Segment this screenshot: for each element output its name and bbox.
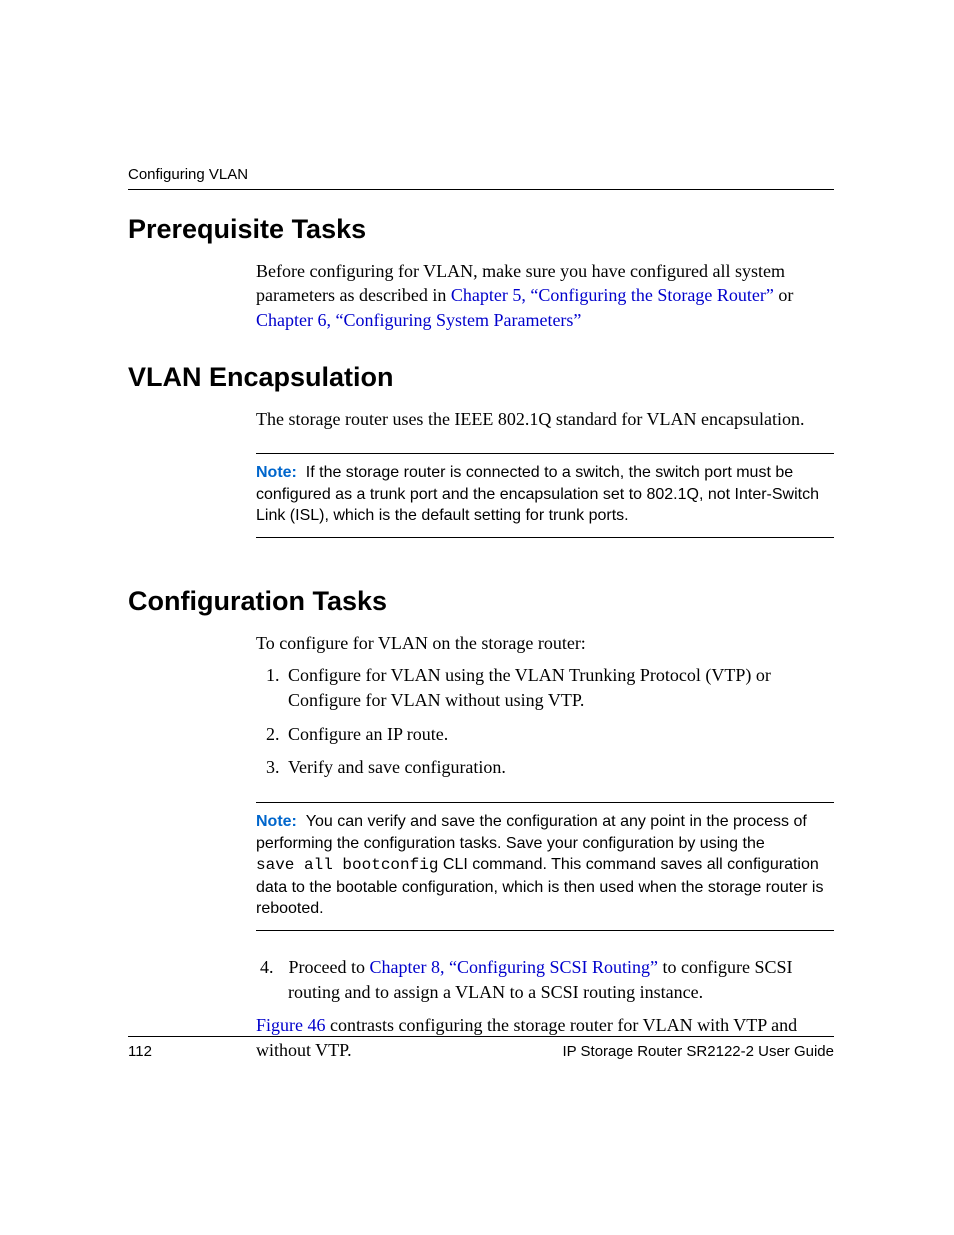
heading-prerequisite-tasks: Prerequisite Tasks [128, 214, 834, 245]
heading-vlan-encapsulation: VLAN Encapsulation [128, 362, 834, 393]
note-rule-bottom-1 [256, 537, 834, 538]
note-label-1: Note: [256, 464, 297, 481]
cli-command: save all bootconfig [256, 856, 438, 874]
config-step-4: Proceed to Chapter 8, “Configuring SCSI … [284, 955, 834, 1005]
heading-configuration-tasks: Configuration Tasks [128, 586, 834, 617]
config-step-1: Configure for VLAN using the VLAN Trunki… [284, 663, 834, 713]
link-chapter-6[interactable]: Chapter 6, “Configuring System Parameter… [256, 310, 581, 330]
note-config-tasks: Note: You can verify and save the config… [256, 811, 834, 920]
note-rule-top-2 [256, 802, 834, 803]
prereq-text-mid: or [774, 285, 794, 305]
running-header: Configuring VLAN [128, 166, 248, 183]
note-label-2: Note: [256, 813, 297, 830]
note-body-1: If the storage router is connected to a … [256, 464, 819, 524]
config-intro: To configure for VLAN on the storage rou… [256, 631, 834, 655]
page-number: 112 [128, 1043, 152, 1060]
link-figure-46[interactable]: Figure 46 [256, 1015, 326, 1035]
note-body-2-before: You can verify and save the configuratio… [256, 813, 807, 852]
note-vlan-encap: Note: If the storage router is connected… [256, 462, 834, 527]
link-chapter-5[interactable]: Chapter 5, “Configuring the Storage Rout… [451, 285, 774, 305]
link-chapter-8[interactable]: Chapter 8, “Configuring SCSI Routing” [369, 957, 657, 977]
config-steps-list-continued: Proceed to Chapter 8, “Configuring SCSI … [256, 955, 834, 1005]
note-rule-top-1 [256, 453, 834, 454]
footer-rule [128, 1036, 834, 1037]
config-step-2: Configure an IP route. [284, 722, 834, 747]
doc-title: IP Storage Router SR2122-2 User Guide [562, 1043, 834, 1060]
step4-before: Proceed to [289, 957, 370, 977]
header-rule [128, 189, 834, 190]
prereq-paragraph: Before configuring for VLAN, make sure y… [256, 259, 834, 332]
config-steps-list: Configure for VLAN using the VLAN Trunki… [256, 663, 834, 780]
vlan-encap-paragraph: The storage router uses the IEEE 802.1Q … [256, 407, 834, 431]
config-step-3: Verify and save configuration. [284, 755, 834, 780]
note-rule-bottom-2 [256, 930, 834, 931]
